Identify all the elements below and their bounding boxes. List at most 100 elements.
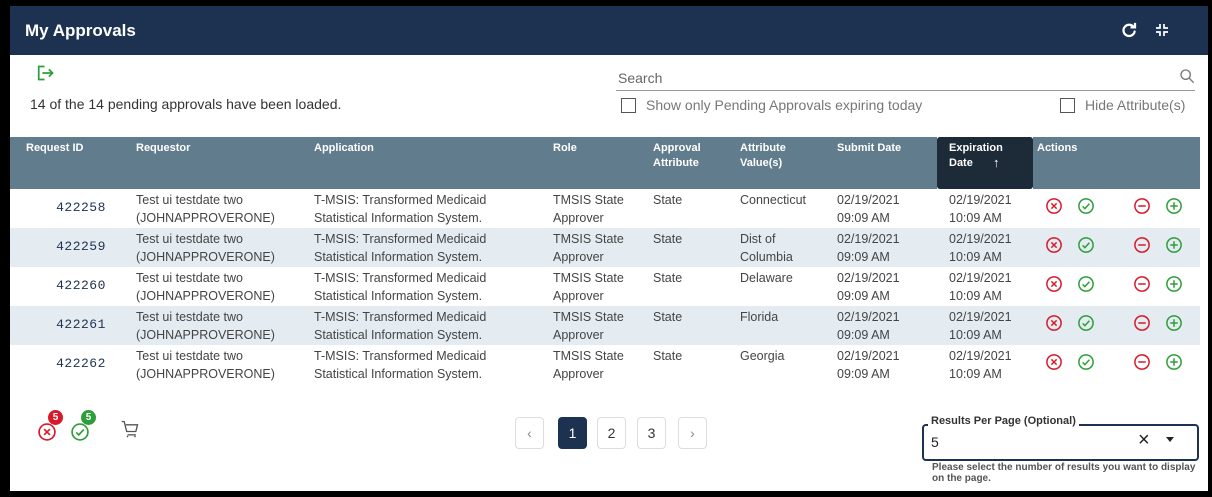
col-request-id[interactable]: Request ID: [26, 137, 136, 189]
collapse-icon[interactable]: [1150, 18, 1174, 42]
approve-all-icon[interactable]: [70, 422, 90, 447]
reject-icon[interactable]: [1045, 314, 1063, 337]
clear-icon[interactable]: ×: [1138, 429, 1150, 452]
remove-icon[interactable]: [1133, 197, 1151, 220]
table-row[interactable]: 422261 Test ui testdate two (JOHNAPPROVERO…: [10, 306, 1200, 345]
approval-attribute-cell: State: [653, 271, 683, 285]
page-1-button[interactable]: 1: [558, 417, 587, 449]
col-requestor[interactable]: Requestor: [136, 137, 314, 189]
request-id[interactable]: 422260: [26, 267, 136, 306]
submit-time: 09:09 AM: [837, 289, 890, 303]
col-approval-attribute[interactable]: Approval Attribute: [653, 137, 740, 189]
approvals-table: Request ID Requestor Application Role Ap…: [10, 137, 1200, 384]
application-line-2: Statistical Information System.: [314, 328, 483, 342]
role-cell: TMSIS State Approver: [553, 267, 653, 306]
submit-date-cell: 02/19/2021 09:09 AM: [837, 267, 937, 306]
add-icon[interactable]: [1165, 353, 1183, 376]
submit-date-cell: 02/19/2021 09:09 AM: [837, 228, 937, 267]
expiration-date-cell: 02/19/2021 10:09 AM: [937, 189, 1033, 228]
results-per-page-field[interactable]: [922, 424, 1199, 461]
attribute-value-cell: Dist of Columbia: [740, 228, 837, 267]
request-id[interactable]: 422259: [26, 228, 136, 267]
requestor-cell: Test ui testdate two (JOHNAPPROVERONE): [136, 228, 314, 267]
application-line-2: Statistical Information System.: [314, 250, 483, 264]
table-row[interactable]: 422258 Test ui testdate two (JOHNAPPROVERO…: [10, 189, 1200, 228]
col-expiration-date[interactable]: Expiration Date ↑: [937, 137, 1033, 189]
add-icon[interactable]: [1165, 236, 1183, 259]
requestor-id: (JOHNAPPROVERONE): [136, 367, 275, 381]
submit-date: 02/19/2021: [837, 271, 900, 285]
add-icon[interactable]: [1165, 314, 1183, 337]
next-page-button[interactable]: ›: [678, 417, 707, 449]
add-icon[interactable]: [1165, 275, 1183, 298]
page-3-button[interactable]: 3: [637, 417, 666, 449]
hide-attributes-label: Hide Attribute(s): [1085, 97, 1186, 113]
role-line-2: Approver: [553, 250, 604, 264]
reject-icon[interactable]: [1045, 275, 1063, 298]
role-line-2: Approver: [553, 211, 604, 225]
remove-icon[interactable]: [1133, 353, 1151, 376]
col-role[interactable]: Role: [553, 137, 653, 189]
cart-icon[interactable]: [120, 419, 140, 444]
reject-all-icon[interactable]: [37, 422, 57, 447]
expiring-today-filter[interactable]: Show only Pending Approvals expiring tod…: [621, 97, 922, 113]
reject-icon[interactable]: [1045, 353, 1063, 376]
expiration-date: 02/19/2021: [949, 310, 1012, 324]
approve-icon[interactable]: [1077, 353, 1095, 376]
col-submit-date[interactable]: Submit Date: [837, 137, 937, 189]
prev-page-button[interactable]: ‹: [515, 417, 544, 449]
submit-time: 09:09 AM: [837, 328, 890, 342]
submit-date: 02/19/2021: [837, 232, 900, 246]
role-cell: TMSIS State Approver: [553, 306, 653, 345]
application-line-1: T-MSIS: Transformed Medicaid: [314, 232, 487, 246]
application-line-1: T-MSIS: Transformed Medicaid: [314, 193, 487, 207]
approval-attribute-cell: State: [653, 310, 683, 324]
panel-header: My Approvals: [10, 6, 1208, 55]
reject-icon[interactable]: [1045, 236, 1063, 259]
expiring-today-checkbox[interactable]: [621, 97, 636, 113]
approve-icon[interactable]: [1077, 197, 1095, 220]
request-id[interactable]: 422261: [26, 306, 136, 345]
submit-date-cell: 02/19/2021 09:09 AM: [837, 345, 937, 384]
application-line-2: Statistical Information System.: [314, 367, 483, 381]
search-icon[interactable]: [1179, 68, 1195, 89]
results-per-page-value[interactable]: 5: [931, 434, 939, 450]
hide-attributes-checkbox[interactable]: [1060, 97, 1075, 113]
expiring-today-label: Show only Pending Approvals expiring tod…: [646, 97, 923, 113]
submit-time: 09:09 AM: [837, 250, 890, 264]
requestor-name: Test ui testdate two: [136, 193, 244, 207]
expiration-time: 10:09 AM: [949, 328, 1002, 342]
remove-icon[interactable]: [1133, 314, 1151, 337]
col-attribute-values[interactable]: Attribute Value(s): [740, 137, 837, 189]
expiration-time: 10:09 AM: [949, 250, 1002, 264]
expiration-date-label: Expiration Date: [949, 142, 1003, 169]
expiration-date-cell: 02/19/2021 10:09 AM: [937, 267, 1033, 306]
page-2-button[interactable]: 2: [597, 417, 626, 449]
reject-icon[interactable]: [1045, 197, 1063, 220]
add-icon[interactable]: [1165, 197, 1183, 220]
refresh-icon[interactable]: [1117, 18, 1141, 42]
table-row[interactable]: 422262 Test ui testdate two (JOHNAPPROVERO…: [10, 345, 1200, 384]
expiration-time: 10:09 AM: [949, 211, 1002, 225]
requestor-id: (JOHNAPPROVERONE): [136, 211, 275, 225]
role-cell: TMSIS State Approver: [553, 345, 653, 384]
sort-ascending-icon: ↑: [993, 155, 1000, 170]
remove-icon[interactable]: [1133, 275, 1151, 298]
requestor-name: Test ui testdate two: [136, 271, 244, 285]
application-line-2: Statistical Information System.: [314, 289, 483, 303]
request-id[interactable]: 422262: [26, 345, 136, 384]
remove-icon[interactable]: [1133, 236, 1151, 259]
expiration-date: 02/19/2021: [949, 271, 1012, 285]
approve-icon[interactable]: [1077, 314, 1095, 337]
table-row[interactable]: 422260 Test ui testdate two (JOHNAPPROVERO…: [10, 267, 1200, 306]
export-icon[interactable]: [37, 65, 55, 86]
col-application[interactable]: Application: [314, 137, 553, 189]
table-row[interactable]: 422259 Test ui testdate two (JOHNAPPROVERO…: [10, 228, 1200, 267]
hide-attributes-filter[interactable]: Hide Attribute(s): [1060, 97, 1185, 113]
approve-icon[interactable]: [1077, 275, 1095, 298]
approve-icon[interactable]: [1077, 236, 1095, 259]
search-input[interactable]: [616, 66, 1160, 90]
dropdown-arrow-icon[interactable]: [1166, 437, 1174, 442]
request-id[interactable]: 422258: [26, 189, 136, 228]
requestor-cell: Test ui testdate two (JOHNAPPROVERONE): [136, 189, 314, 228]
